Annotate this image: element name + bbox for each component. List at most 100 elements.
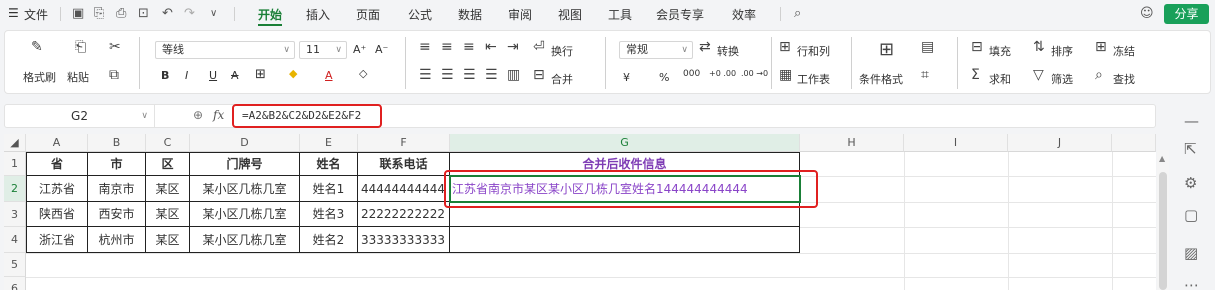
align-middle-icon[interactable]: ≡	[441, 39, 453, 55]
fill-color-icon[interactable]: ◆	[289, 67, 297, 80]
name-box[interactable]: G2 ∨	[5, 105, 155, 127]
row-header-1[interactable]: 1	[4, 152, 26, 176]
cell-e4[interactable]: 姓名2	[300, 227, 358, 253]
column-header-i[interactable]: I	[904, 134, 1008, 152]
italic-icon[interactable]: I	[185, 69, 188, 82]
tab-tools[interactable]: 工具	[608, 6, 632, 23]
scroll-thumb[interactable]	[1159, 172, 1167, 290]
row-header-6[interactable]: 6	[4, 277, 26, 290]
cell-b1[interactable]: 市	[88, 153, 146, 176]
merge-icon[interactable]: ⊟	[533, 67, 545, 83]
tab-member[interactable]: 会员专享	[656, 6, 704, 23]
cut-icon[interactable]: ✂	[109, 39, 121, 55]
column-header-a[interactable]: A	[26, 134, 88, 152]
cell-f2[interactable]: 44444444444	[358, 176, 450, 202]
settings-sliders-icon[interactable]: ⚙	[1184, 174, 1197, 192]
border-icon[interactable]: ⊞	[255, 67, 266, 82]
column-header-e[interactable]: E	[300, 134, 358, 152]
filter-icon[interactable]: ▽	[1033, 67, 1044, 83]
bold-icon[interactable]: B	[161, 69, 169, 82]
convert-label[interactable]: 转换	[717, 43, 739, 59]
cell-g4[interactable]	[450, 227, 800, 253]
rows-cols-label[interactable]: 行和列	[797, 43, 830, 59]
print-preview-icon[interactable]: ⊡	[138, 6, 149, 21]
undo-icon[interactable]: ↶	[162, 6, 173, 21]
more-tools-icon[interactable]: ⋯	[1184, 276, 1199, 290]
tab-review[interactable]: 审阅	[508, 6, 532, 23]
print-icon[interactable]: ⎙	[116, 6, 126, 21]
filter-label[interactable]: 筛选	[1051, 71, 1073, 87]
wrap-label[interactable]: 换行	[551, 43, 573, 59]
find-label[interactable]: 查找	[1113, 71, 1135, 87]
sum-icon[interactable]: Σ	[971, 67, 980, 83]
font-name-select[interactable]: 等线 ∨	[155, 41, 295, 59]
align-left-icon[interactable]: ☰	[419, 67, 432, 83]
align-right-icon[interactable]: ☰	[463, 67, 476, 83]
increase-decimal-button[interactable]: +0 .00	[709, 69, 736, 78]
copy-icon[interactable]: ⧉	[109, 67, 119, 83]
table-style-icon[interactable]: ▤	[921, 39, 934, 55]
cell-d3[interactable]: 某小区几栋几室	[190, 202, 300, 227]
cell-c3[interactable]: 某区	[146, 202, 190, 227]
redo-icon[interactable]: ↷	[184, 6, 195, 21]
paste-label[interactable]: 粘贴	[67, 69, 89, 85]
font-color-icon[interactable]: A	[325, 69, 333, 82]
fill-label[interactable]: 填充	[989, 43, 1011, 59]
row-header-5[interactable]: 5	[4, 253, 26, 277]
indent-decrease-icon[interactable]: ⇤	[485, 39, 497, 55]
sort-label[interactable]: 排序	[1051, 43, 1073, 59]
save-icon[interactable]: ▣	[72, 6, 84, 21]
sort-icon[interactable]: ⇅	[1033, 39, 1045, 55]
collab-icon[interactable]: ☺	[1140, 6, 1154, 21]
cell-f3[interactable]: 22222222222	[358, 202, 450, 227]
search-icon[interactable]: ⌕	[794, 6, 801, 21]
cell-d1[interactable]: 门牌号	[190, 153, 300, 176]
cell-d2[interactable]: 某小区几栋几室	[190, 176, 300, 202]
merge-label[interactable]: 合并	[551, 71, 573, 87]
indent-increase-icon[interactable]: ⇥	[507, 39, 519, 55]
column-header-h[interactable]: H	[800, 134, 904, 152]
cell-c4[interactable]: 某区	[146, 227, 190, 253]
row-header-3[interactable]: 3	[4, 202, 26, 227]
cell-f4[interactable]: 33333333333	[358, 227, 450, 253]
column-header-b[interactable]: B	[88, 134, 146, 152]
file-menu[interactable]: 文件	[24, 6, 48, 23]
chart-icon[interactable]: ▨	[1184, 244, 1198, 262]
cell-c1[interactable]: 区	[146, 153, 190, 176]
currency-button[interactable]: ¥	[623, 71, 630, 84]
cell-f1[interactable]: 联系电话	[358, 153, 450, 176]
zoom-icon[interactable]: ⊕	[193, 108, 203, 122]
chevron-down-icon[interactable]: ∨	[141, 105, 148, 127]
tab-insert[interactable]: 插入	[306, 6, 330, 23]
tab-efficiency[interactable]: 效率	[732, 6, 756, 23]
select-all-corner[interactable]: ◢	[4, 134, 26, 152]
clear-icon[interactable]: ◇	[359, 67, 367, 80]
increase-font-icon[interactable]: A⁺	[353, 43, 366, 56]
decrease-font-icon[interactable]: A⁻	[375, 43, 388, 56]
column-header-g[interactable]: G	[450, 134, 800, 152]
font-size-select[interactable]: 11 ∨	[299, 41, 347, 59]
column-header-d[interactable]: D	[190, 134, 300, 152]
distributed-icon[interactable]: ▥	[507, 67, 520, 83]
conditional-format-icon[interactable]: ⊞	[879, 39, 894, 60]
align-top-icon[interactable]: ≡	[419, 39, 431, 55]
cell-a1[interactable]: 省	[27, 153, 88, 176]
cell-b2[interactable]: 南京市	[88, 176, 146, 202]
vertical-scrollbar[interactable]: ▲	[1157, 150, 1169, 290]
row-header-2[interactable]: 2	[4, 176, 26, 202]
chevron-down-icon[interactable]: ∨	[210, 8, 217, 19]
cell-a2[interactable]: 江苏省	[27, 176, 88, 202]
rows-cols-icon[interactable]: ⊞	[779, 39, 791, 55]
collapse-icon[interactable]: —	[1184, 112, 1199, 130]
cell-e2[interactable]: 姓名1	[300, 176, 358, 202]
freeze-label[interactable]: 冻结	[1113, 43, 1135, 59]
align-center-icon[interactable]: ☰	[441, 67, 454, 83]
cell-a4[interactable]: 浙江省	[27, 227, 88, 253]
convert-icon[interactable]: ⇄	[699, 39, 711, 55]
share-button[interactable]: 分享	[1164, 4, 1209, 24]
cell-b3[interactable]: 西安市	[88, 202, 146, 227]
worksheet-icon[interactable]: ▦	[779, 67, 792, 83]
worksheet-label[interactable]: 工作表	[797, 71, 830, 87]
column-header-j[interactable]: J	[1008, 134, 1112, 152]
format-painter-label[interactable]: 格式刷	[23, 69, 56, 85]
